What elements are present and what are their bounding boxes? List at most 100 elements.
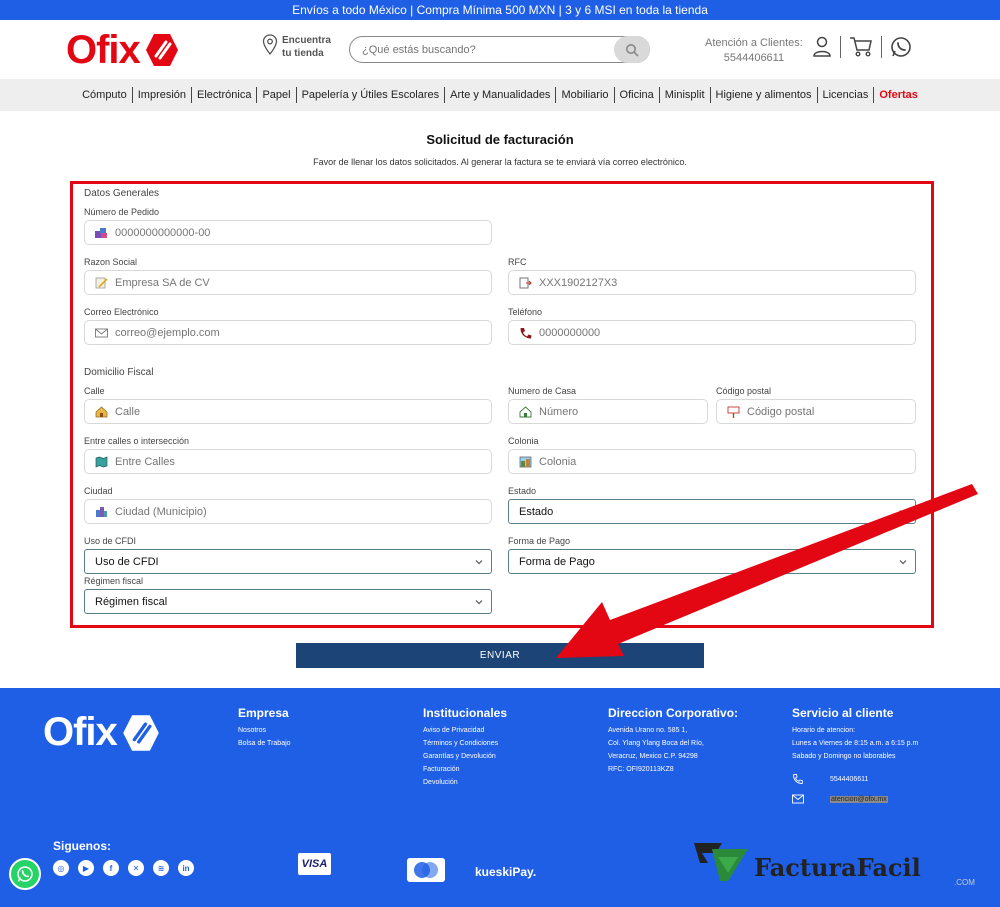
whatsapp-float-button[interactable]: [9, 858, 41, 890]
phone-icon: [793, 774, 803, 784]
footer-link-bolsa[interactable]: Bolsa de Trabajo: [238, 737, 291, 750]
footer-email: atencion@ofix.mx: [830, 795, 888, 803]
city-icon: [96, 507, 107, 517]
home-garden-icon: [519, 406, 532, 418]
cart-icon[interactable]: [849, 36, 873, 58]
footer-col-corporativo: Direccion Corporativo: Avenida Urano no.…: [608, 706, 738, 776]
calle-field: [84, 399, 492, 424]
footer-corporativo-title: Direccion Corporativo:: [608, 706, 739, 720]
telefono-input[interactable]: [539, 325, 864, 341]
numero-input[interactable]: [539, 404, 698, 420]
ffmx-logo-icon: [694, 843, 748, 881]
entre-field: [84, 449, 492, 474]
corp-line: Col. Ylang Ylang Boca del Río,: [608, 740, 704, 747]
instagram-icon[interactable]: ◎: [53, 860, 69, 876]
footer-col-servicio: Servicio al cliente Horario de atencion:…: [792, 706, 918, 809]
x-twitter-icon[interactable]: ✕: [128, 860, 144, 876]
facebook-icon[interactable]: f: [103, 860, 119, 876]
calle-label: Calle: [84, 386, 105, 396]
numero-field: [508, 399, 708, 424]
correo-input[interactable]: [115, 325, 440, 341]
cp-field: [716, 399, 916, 424]
youtube-icon[interactable]: ▶: [78, 860, 94, 876]
corp-line: RFC: OFI920113KZ8: [608, 766, 674, 773]
rfc-label: RFC: [508, 257, 527, 267]
corp-line: Veracruz, Mexico C.P. 94298: [608, 753, 698, 760]
footer-email-row[interactable]: atencion@ofix.mx: [792, 789, 918, 809]
postbox-icon: [727, 406, 740, 418]
footer-link-terminos[interactable]: Términos y Condiciones: [423, 737, 507, 750]
page-subtitle: Favor de llenar los datos solicitados. A…: [313, 157, 687, 167]
submit-button[interactable]: ENVIAR: [296, 643, 704, 668]
linkedin-icon[interactable]: in: [178, 860, 194, 876]
whatsapp-icon: [17, 866, 33, 882]
razon-input[interactable]: [115, 275, 440, 291]
pedido-input[interactable]: [115, 225, 440, 241]
footer-link-aviso[interactable]: Aviso de Privacidad: [423, 724, 507, 737]
nav-item-papeleria[interactable]: Papelería y Útiles Escolares: [297, 87, 446, 103]
svc-line: Horario de atencion:: [792, 727, 856, 734]
nav-item-licencias[interactable]: Licencias: [818, 87, 875, 103]
estado-select[interactable]: Estado: [508, 499, 916, 524]
rfc-input[interactable]: [539, 275, 864, 291]
house-icon: [95, 406, 108, 418]
footer-servicio-title: Servicio al cliente: [792, 706, 894, 720]
cp-input[interactable]: [747, 404, 906, 420]
search-input[interactable]: [362, 41, 612, 59]
footer-link-devolucion[interactable]: Devolución: [423, 776, 507, 789]
calle-input[interactable]: [115, 404, 440, 420]
colonia-input[interactable]: [539, 454, 864, 470]
ciudad-field: [84, 499, 492, 524]
regimen-value: Régimen fiscal: [95, 596, 168, 608]
pedido-label: Número de Pedido: [84, 207, 160, 217]
store-locator[interactable]: Encuentra tu tienda: [262, 34, 331, 60]
email-icon: [792, 794, 804, 804]
footer-phone-row[interactable]: 5544406611: [792, 769, 918, 789]
razon-field: [84, 270, 492, 295]
telefono-field: [508, 320, 916, 345]
footer-link-garantias[interactable]: Garantías y Devolución: [423, 750, 507, 763]
invoice-form: Datos Generales Número de Pedido Razon S…: [70, 181, 934, 628]
regimen-label: Régimen fiscal: [84, 576, 144, 586]
spotify-icon[interactable]: ≋: [153, 860, 169, 876]
pago-select[interactable]: Forma de Pago: [508, 549, 916, 574]
cfdi-label: Uso de CFDI: [84, 536, 137, 546]
chevron-down-icon: [475, 600, 483, 605]
user-icon[interactable]: [812, 36, 832, 58]
ciudad-input[interactable]: [115, 504, 440, 520]
footer-link-facturacion[interactable]: Facturación: [423, 763, 507, 776]
footer-logo[interactable]: Ofix: [43, 710, 161, 755]
divider: [840, 36, 841, 58]
logo-text: Ofix: [66, 27, 141, 72]
pago-value: Forma de Pago: [519, 556, 595, 568]
nav-item-impresion[interactable]: Impresión: [133, 87, 193, 103]
nav-item-ofertas[interactable]: Ofertas: [874, 87, 923, 103]
entre-input[interactable]: [115, 454, 440, 470]
nav-item-minisplit[interactable]: Minisplit: [660, 87, 711, 103]
logo-clip-icon: [145, 34, 178, 66]
facturafacil-watermark: FacturaFacilMX .COM: [692, 833, 992, 893]
estado-label: Estado: [508, 486, 537, 496]
whatsapp-icon[interactable]: [890, 36, 912, 58]
correo-field: [84, 320, 492, 345]
chevron-down-icon: [899, 560, 907, 565]
regimen-select[interactable]: Régimen fiscal: [84, 589, 492, 614]
boxes-icon: [95, 228, 107, 238]
nav-item-mobiliario[interactable]: Mobiliario: [556, 87, 615, 103]
contact-phone[interactable]: 5544406611: [705, 51, 803, 66]
nav-item-higiene[interactable]: Higiene y alimentos: [711, 87, 818, 103]
nav-item-computo[interactable]: Cómputo: [77, 87, 133, 103]
promo-bar: Envíos a todo México | Compra Mínima 500…: [0, 0, 1000, 20]
nav-item-arte[interactable]: Arte y Manualidades: [445, 87, 557, 103]
nav-item-electronica[interactable]: Electrónica: [192, 87, 258, 103]
cfdi-select[interactable]: Uso de CFDI: [84, 549, 492, 574]
correo-label: Correo Electrónico: [84, 307, 159, 317]
search-button[interactable]: [614, 36, 650, 63]
memo-icon: [95, 277, 108, 289]
ofix-logo[interactable]: Ofix: [66, 28, 180, 72]
nav-item-oficina[interactable]: Oficina: [615, 87, 660, 103]
chevron-down-icon: [899, 510, 907, 515]
footer-link-nosotros[interactable]: Nosotros: [238, 724, 291, 737]
site-footer: Ofix Empresa Nosotros Bolsa de Trabajo I…: [0, 688, 1000, 907]
nav-item-papel[interactable]: Papel: [257, 87, 297, 103]
